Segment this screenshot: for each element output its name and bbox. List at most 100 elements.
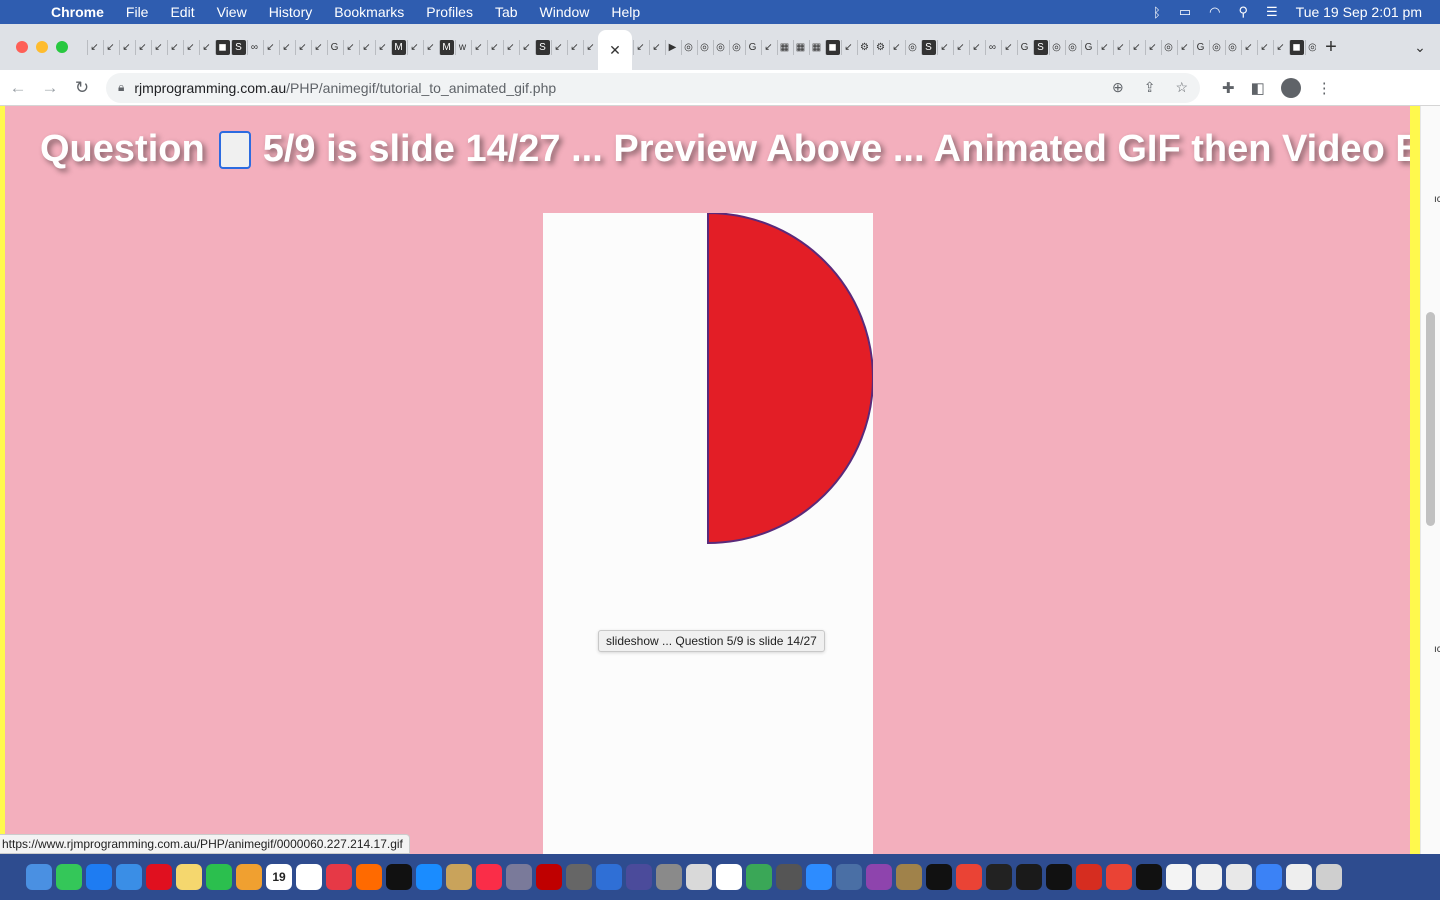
- menu-clock[interactable]: Tue 19 Sep 2:01 pm: [1296, 4, 1422, 20]
- tab-favicon-icon[interactable]: ↙: [86, 39, 102, 55]
- tab-favicon-icon[interactable]: ◎: [1208, 39, 1224, 55]
- calendar-icon[interactable]: 19: [266, 864, 292, 890]
- tab-favicon-icon[interactable]: ↙: [518, 39, 534, 55]
- mail-icon[interactable]: [116, 864, 142, 890]
- menu-window[interactable]: Window: [529, 4, 601, 20]
- tab-favicon-icon[interactable]: ▶: [664, 39, 680, 55]
- tab-favicon-icon[interactable]: ↙: [278, 39, 294, 55]
- tab-favicon-icon[interactable]: ∞: [984, 39, 1000, 55]
- podcasts-icon[interactable]: [866, 864, 892, 890]
- profile-avatar-icon[interactable]: [1280, 77, 1301, 98]
- reload-button[interactable]: ↻: [66, 78, 98, 98]
- active-tab-close-icon[interactable]: ✕: [598, 30, 632, 70]
- extensions-puzzle-icon[interactable]: ✚: [1222, 79, 1235, 97]
- tab-favicon-icon[interactable]: ↙: [374, 39, 390, 55]
- question-number-input[interactable]: [218, 130, 251, 169]
- tab-favicon-icon[interactable]: ↙: [1128, 39, 1144, 55]
- tab-favicon-icon[interactable]: ↙: [566, 39, 582, 55]
- safari-icon[interactable]: [86, 864, 112, 890]
- tab-favicon-icon[interactable]: ▦: [776, 39, 792, 55]
- bookmark-star-icon[interactable]: ☆: [1175, 79, 1188, 96]
- appstore-icon[interactable]: [416, 864, 442, 890]
- tab-favicon-icon[interactable]: G: [744, 39, 760, 55]
- tab-favicon-icon[interactable]: ↙: [358, 39, 374, 55]
- appletv-icon[interactable]: [386, 864, 412, 890]
- side-panel-icon[interactable]: ◧: [1251, 79, 1265, 97]
- system-prefs-icon[interactable]: [656, 864, 682, 890]
- tab-favicon-icon[interactable]: ↙: [760, 39, 776, 55]
- menu-edit[interactable]: Edit: [159, 4, 205, 20]
- tab-favicon-icon[interactable]: ◎: [696, 39, 712, 55]
- firefox-icon[interactable]: [356, 864, 382, 890]
- tab-favicon-icon[interactable]: ∞: [246, 39, 262, 55]
- tab-favicon-icon[interactable]: ◼: [824, 39, 840, 55]
- zoom-window-button[interactable]: [56, 41, 68, 53]
- tab-favicon-icon[interactable]: ↙: [1272, 39, 1288, 55]
- filezilla-icon[interactable]: [536, 864, 562, 890]
- tab-favicon-icon[interactable]: ◎: [680, 39, 696, 55]
- inkscape-icon[interactable]: [1016, 864, 1042, 890]
- tab-favicon-icon[interactable]: G: [1192, 39, 1208, 55]
- affinity-icon[interactable]: [1076, 864, 1102, 890]
- tab-favicon-icon[interactable]: ↙: [470, 39, 486, 55]
- tab-favicon-icon[interactable]: ↙: [134, 39, 150, 55]
- chrome-icon[interactable]: [956, 864, 982, 890]
- facetime-icon[interactable]: [206, 864, 232, 890]
- preview-icon[interactable]: [716, 864, 742, 890]
- tab-favicon-icon[interactable]: ↙: [1176, 39, 1192, 55]
- menu-profiles[interactable]: Profiles: [415, 4, 484, 20]
- tab-favicon-icon[interactable]: ↙: [198, 39, 214, 55]
- forward-button[interactable]: →: [34, 78, 66, 98]
- screens-icon[interactable]: [836, 864, 862, 890]
- calculator-icon[interactable]: [566, 864, 592, 890]
- page-scrollbar[interactable]: [1420, 106, 1440, 854]
- intellij-icon[interactable]: [926, 864, 952, 890]
- bluetooth-icon[interactable]: ᛒ: [1153, 5, 1161, 20]
- trash-icon[interactable]: [1316, 864, 1342, 890]
- notes-icon[interactable]: [176, 864, 202, 890]
- tab-favicon-icon[interactable]: ◎: [1224, 39, 1240, 55]
- spotlight-icon[interactable]: ⚲: [1238, 4, 1248, 20]
- tab-favicon-icon[interactable]: ↙: [118, 39, 134, 55]
- tab-favicon-icon[interactable]: ↙: [182, 39, 198, 55]
- tab-favicon-icon[interactable]: S: [534, 39, 550, 55]
- tab-favicon-icon[interactable]: M: [438, 39, 454, 55]
- tab-favicon-icon[interactable]: ↙: [342, 39, 358, 55]
- maps-icon[interactable]: [746, 864, 772, 890]
- tab-favicon-icon[interactable]: ↙: [888, 39, 904, 55]
- tab-favicon-icon[interactable]: ↙: [1256, 39, 1272, 55]
- bbedit-icon[interactable]: [626, 864, 652, 890]
- tab-favicon-icon[interactable]: M: [390, 39, 406, 55]
- document-icon[interactable]: [1226, 864, 1252, 890]
- messages-icon[interactable]: [56, 864, 82, 890]
- tab-favicon-icon[interactable]: ▦: [792, 39, 808, 55]
- tab-favicon-icon[interactable]: ↙: [422, 39, 438, 55]
- menu-view[interactable]: View: [206, 4, 258, 20]
- launchpad-icon[interactable]: [506, 864, 532, 890]
- tab-favicon-icon[interactable]: ◼: [214, 39, 230, 55]
- news-icon[interactable]: [326, 864, 352, 890]
- tab-favicon-icon[interactable]: ⚙: [856, 39, 872, 55]
- tool-icon[interactable]: [776, 864, 802, 890]
- tab-favicon-icon[interactable]: ↙: [310, 39, 326, 55]
- printer-icon[interactable]: [1196, 864, 1222, 890]
- tab-favicon-icon[interactable]: ↙: [936, 39, 952, 55]
- tab-favicon-icon[interactable]: ↙: [648, 39, 664, 55]
- tab-favicon-icon[interactable]: ↙: [166, 39, 182, 55]
- control-center-icon[interactable]: ☰: [1266, 4, 1278, 20]
- tab-favicon-icon[interactable]: ↙: [1000, 39, 1016, 55]
- music-icon[interactable]: [476, 864, 502, 890]
- tab-favicon-icon[interactable]: S: [920, 39, 936, 55]
- tab-favicon-icon[interactable]: ⚙: [872, 39, 888, 55]
- tab-favicon-icon[interactable]: G: [1080, 39, 1096, 55]
- tab-favicon-icon[interactable]: G: [326, 39, 342, 55]
- zoom-icon[interactable]: [806, 864, 832, 890]
- scrollbar-thumb[interactable]: [1426, 312, 1435, 526]
- menu-help[interactable]: Help: [600, 4, 651, 20]
- back-button[interactable]: ←: [2, 78, 34, 98]
- tab-favicon-icon[interactable]: ↙: [550, 39, 566, 55]
- tab-favicon-icon[interactable]: ↙: [262, 39, 278, 55]
- menu-bookmarks[interactable]: Bookmarks: [323, 4, 415, 20]
- tab-favicon-icon[interactable]: ↙: [502, 39, 518, 55]
- lock-icon[interactable]: 🔒︎: [118, 80, 124, 95]
